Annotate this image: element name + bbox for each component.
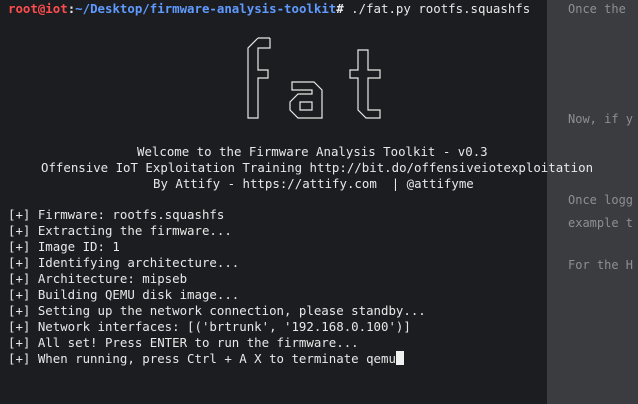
doc-line: Once the	[568, 2, 626, 16]
output-line: [+] Building QEMU disk image...	[8, 287, 240, 302]
output-line: [+] Firmware: rootfs.squashfs	[8, 207, 225, 222]
prompt-path: ~/Desktop/firmware-analysis-toolkit	[75, 1, 337, 16]
output-line: [+] Network interfaces: [('brtrunk', '19…	[8, 319, 411, 334]
last-output-line: [+] When running, press Ctrl + A X to te…	[8, 351, 404, 367]
banner-welcome: Welcome to the Firmware Analysis Toolkit…	[137, 144, 488, 159]
prompt-symbol: #	[336, 1, 344, 16]
terminal-window[interactable]: root@iot:~/Desktop/firmware-analysis-too…	[0, 0, 593, 404]
output-line: [+] Architecture: mipseb	[8, 271, 188, 286]
doc-line: For the H	[568, 258, 634, 272]
output-line: [+] Extracting the firmware...	[8, 223, 232, 238]
screen: Once the Now, if y Once logg example t F…	[0, 0, 638, 404]
output-line: [+] Image ID: 1	[8, 239, 120, 254]
prompt-command: ./fat.py rootfs.squashfs	[343, 1, 531, 16]
prompt-line: root@iot:~/Desktop/firmware-analysis-too…	[8, 1, 530, 17]
doc-line: Now, if y	[568, 112, 634, 126]
doc-line: example t	[568, 216, 634, 230]
output-line: [+] All set! Press ENTER to run the firm…	[8, 335, 359, 350]
banner-byline: By Attify - https://attify.com | @attify…	[153, 176, 474, 191]
output-line: [+] Setting up the network connection, p…	[8, 303, 426, 318]
banner-training: Offensive IoT Exploitation Training http…	[41, 160, 594, 175]
output-line-text: [+] When running, press Ctrl + A X to te…	[8, 351, 396, 366]
prompt-user-host: root@iot	[8, 1, 68, 16]
fat-logo	[247, 37, 381, 119]
output-line: [+] Identifying architecture...	[8, 255, 240, 270]
terminal-cursor[interactable]	[395, 351, 404, 365]
doc-line: Once logg	[568, 193, 634, 207]
